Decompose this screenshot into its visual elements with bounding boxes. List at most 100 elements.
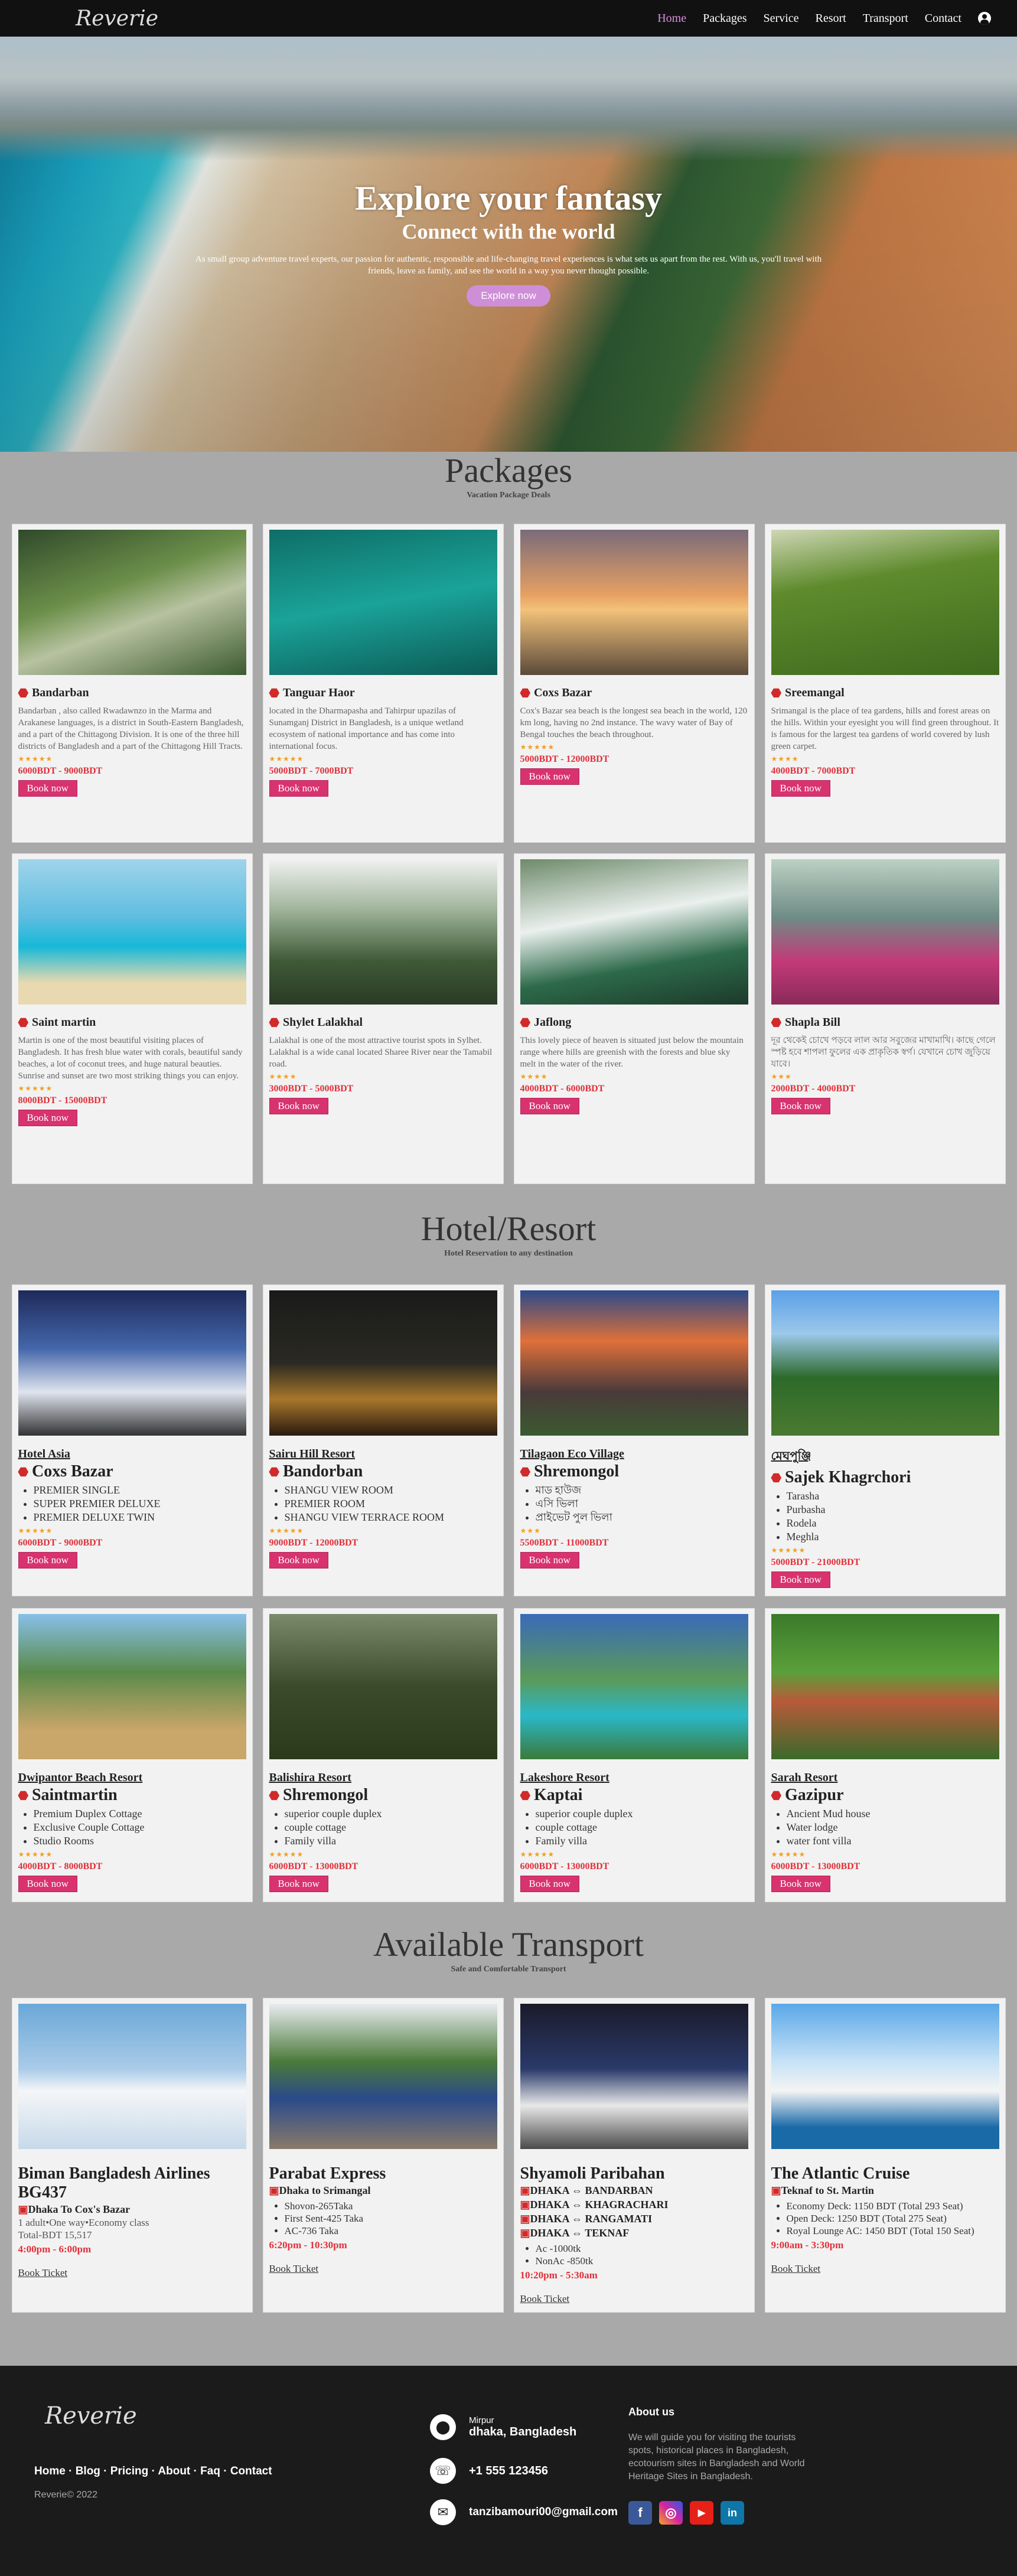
nav-resort[interactable]: Resort bbox=[816, 12, 846, 25]
book-now-button[interactable]: Book now bbox=[269, 780, 328, 797]
book-now-button[interactable]: Book now bbox=[771, 1876, 830, 1892]
ticket-icon: ▣ bbox=[520, 2184, 530, 2196]
transport-card: Shyamoli Paribahan ▣DHAKA ⇔ BANDARBAN ▣DH… bbox=[513, 1998, 755, 2313]
hotel-name[interactable]: Lakeshore Resort bbox=[520, 1771, 748, 1785]
footer-logo[interactable]: Reverie bbox=[45, 2402, 137, 2430]
transport-name: The Atlantic Cruise bbox=[771, 2164, 910, 2183]
room-list: Ancient Mud houseWater lodgewater font v… bbox=[771, 1807, 999, 1848]
room-type: Premium Duplex Cottage bbox=[34, 1807, 246, 1821]
hotel-photo bbox=[771, 1290, 999, 1436]
package-price: 6000BDT - 9000BDT bbox=[18, 766, 103, 776]
linkedin-icon[interactable]: in bbox=[721, 2501, 744, 2525]
fare-item: Open Deck: 1250 BDT (Total 275 Seat) bbox=[787, 2212, 999, 2225]
book-now-button[interactable]: Book now bbox=[18, 1110, 77, 1126]
map-pin-icon: ⬣ bbox=[18, 1465, 28, 1479]
hotel-photo bbox=[269, 1290, 497, 1436]
hotel-name[interactable]: Balishira Resort bbox=[269, 1771, 497, 1785]
hotels-grid: Hotel Asia ⬣Coxs Bazar PREMIER SINGLESUP… bbox=[0, 1284, 1017, 1902]
book-ticket-link[interactable]: Book Ticket bbox=[520, 2293, 570, 2305]
package-name: Sreemangal bbox=[784, 686, 845, 699]
rating-stars: ★★★★★ bbox=[771, 1850, 806, 1858]
hotel-price: 6000BDT - 9000BDT bbox=[18, 1538, 103, 1548]
package-card: ⬣ Shylet Lalakhal Lalakhal is one of the … bbox=[262, 853, 504, 1184]
footer-link-faq[interactable]: Faq bbox=[200, 2465, 220, 2477]
schedule-time: 10:20pm - 5:30am bbox=[520, 2270, 598, 2281]
book-now-button[interactable]: Book now bbox=[771, 1571, 830, 1588]
transport-photo bbox=[771, 2004, 999, 2149]
book-now-button[interactable]: Book now bbox=[18, 780, 77, 797]
package-card: ⬣ Bandarban Bandarban , also called Rwada… bbox=[11, 524, 253, 843]
book-now-button[interactable]: Book now bbox=[771, 780, 830, 797]
hotel-city: Saintmartin bbox=[31, 1786, 118, 1804]
rating-stars: ★★★★ bbox=[520, 1072, 548, 1081]
hotel-name[interactable]: Dwipantor Beach Resort bbox=[18, 1771, 246, 1785]
rating-stars: ★★★★★ bbox=[269, 1527, 304, 1535]
map-pin-icon: ⬣ bbox=[18, 1016, 28, 1029]
book-now-button[interactable]: Book now bbox=[269, 1876, 328, 1892]
fare-item: Economy Deck: 1150 BDT (Total 293 Seat) bbox=[787, 2200, 999, 2212]
explore-button[interactable]: Explore now bbox=[467, 285, 550, 306]
nav-transport[interactable]: Transport bbox=[863, 12, 908, 25]
room-type: Water lodge bbox=[787, 1821, 999, 1834]
footer-link-blog[interactable]: Blog bbox=[76, 2465, 100, 2477]
book-ticket-link[interactable]: Book Ticket bbox=[269, 2263, 319, 2275]
rating-stars: ★★★★ bbox=[771, 755, 799, 763]
map-marker-icon: ⬤ bbox=[430, 2414, 456, 2440]
map-pin-icon: ⬣ bbox=[269, 1016, 279, 1029]
hotel-price: 9000BDT - 12000BDT bbox=[269, 1538, 358, 1548]
user-icon[interactable] bbox=[978, 12, 991, 25]
book-now-button[interactable]: Book now bbox=[771, 1098, 830, 1114]
footer-link-pricing[interactable]: Pricing bbox=[110, 2465, 148, 2477]
fare-item: First Sent-425 Taka bbox=[285, 2212, 497, 2225]
transport-card: The Atlantic Cruise ▣Teknaf to St. Marti… bbox=[764, 1998, 1006, 2313]
map-pin-icon: ⬣ bbox=[771, 1789, 781, 1802]
package-photo bbox=[269, 859, 497, 1005]
site-logo[interactable]: Reverie bbox=[76, 6, 158, 31]
hotel-name[interactable]: Hotel Asia bbox=[18, 1447, 246, 1461]
hotel-photo bbox=[520, 1290, 748, 1436]
rating-stars: ★★★★ bbox=[269, 1072, 297, 1081]
footer-link-about[interactable]: About bbox=[158, 2465, 190, 2477]
hotel-price: 5500BDT - 11000BDT bbox=[520, 1538, 609, 1548]
phone[interactable]: +1 555 123456 bbox=[469, 2464, 548, 2478]
room-type: SUPER PREMIER DELUXE bbox=[34, 1497, 246, 1511]
instagram-icon[interactable]: ◎ bbox=[659, 2501, 683, 2525]
book-ticket-link[interactable]: Book Ticket bbox=[771, 2263, 821, 2275]
transport-card: Parabat Express ▣Dhaka to Srimangal Shovo… bbox=[262, 1998, 504, 2313]
room-type: Family villa bbox=[285, 1834, 497, 1848]
book-now-button[interactable]: Book now bbox=[520, 1552, 579, 1569]
facebook-icon[interactable]: f bbox=[628, 2501, 652, 2525]
footer-link-home[interactable]: Home bbox=[34, 2465, 66, 2477]
about-title: About us bbox=[628, 2406, 674, 2418]
nav-home[interactable]: Home bbox=[657, 12, 686, 25]
hotel-name[interactable]: Sarah Resort bbox=[771, 1771, 999, 1785]
hero-subtitle: Connect with the world bbox=[402, 220, 615, 243]
hotel-photo bbox=[771, 1614, 999, 1759]
nav-contact[interactable]: Contact bbox=[925, 12, 961, 25]
room-type: PREMIER DELUXE TWIN bbox=[34, 1511, 246, 1524]
package-photo bbox=[771, 530, 999, 675]
book-now-button[interactable]: Book now bbox=[18, 1876, 77, 1892]
email[interactable]: tanzibamouri00@gmail.com bbox=[469, 2506, 618, 2519]
hotel-city: Kaptai bbox=[533, 1786, 583, 1804]
package-name: Saint martin bbox=[31, 1016, 96, 1029]
hotel-name[interactable]: Sairu Hill Resort bbox=[269, 1447, 497, 1461]
package-card: ⬣ Jaflong This lovely piece of heaven is … bbox=[513, 853, 755, 1184]
book-now-button[interactable]: Book now bbox=[269, 1098, 328, 1114]
hotel-price: 6000BDT - 13000BDT bbox=[269, 1861, 358, 1871]
book-ticket-link[interactable]: Book Ticket bbox=[18, 2267, 68, 2279]
youtube-icon[interactable]: ▶ bbox=[690, 2501, 713, 2525]
fare-item: AC-736 Taka bbox=[285, 2225, 497, 2237]
hotel-card: Sairu Hill Resort ⬣Bandorban SHANGU VIEW… bbox=[262, 1284, 504, 1596]
book-now-button[interactable]: Book now bbox=[18, 1552, 77, 1569]
hotel-name[interactable]: Tilagaon Eco Village bbox=[520, 1447, 748, 1461]
hotel-name[interactable]: মেঘপুঞ্জি bbox=[771, 1447, 999, 1467]
room-type: Meghla bbox=[787, 1530, 999, 1544]
nav-packages[interactable]: Packages bbox=[703, 12, 747, 25]
book-now-button[interactable]: Book now bbox=[269, 1552, 328, 1569]
footer-link-contact[interactable]: Contact bbox=[230, 2465, 272, 2477]
book-now-button[interactable]: Book now bbox=[520, 1098, 579, 1114]
book-now-button[interactable]: Book now bbox=[520, 1876, 579, 1892]
nav-service[interactable]: Service bbox=[764, 12, 799, 25]
book-now-button[interactable]: Book now bbox=[520, 768, 579, 785]
